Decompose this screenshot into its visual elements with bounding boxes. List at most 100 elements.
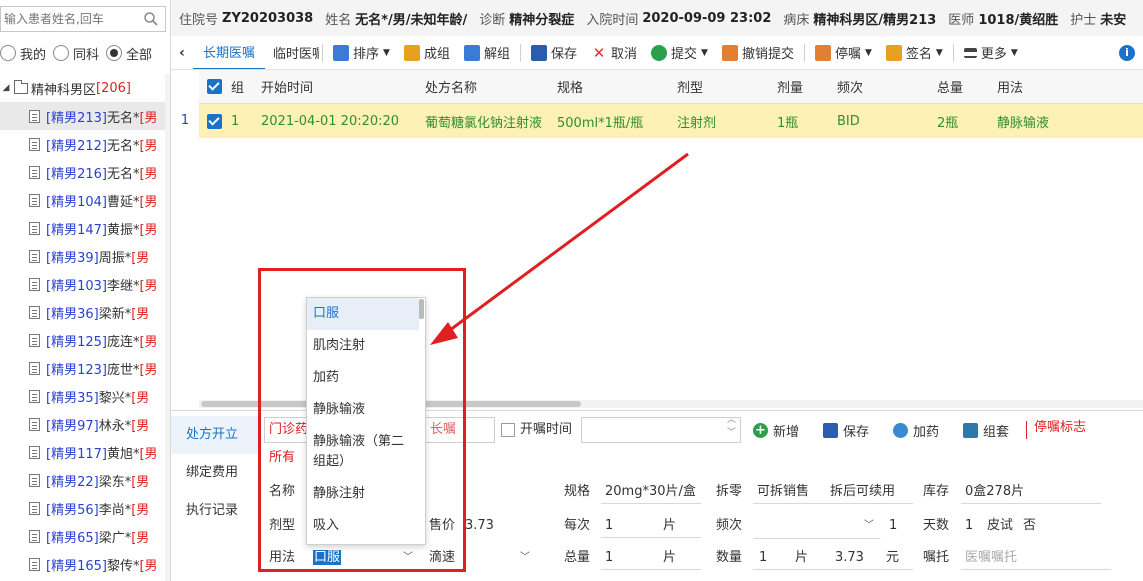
list-item[interactable]: [精男97] 林永* [男 <box>0 410 170 438</box>
document-icon <box>29 249 40 263</box>
usage-select[interactable]: 口服 ﹀ <box>308 545 420 571</box>
stop-icon <box>814 44 831 61</box>
usage-option[interactable]: 吸入 <box>307 510 419 542</box>
patient-name: 黄振* <box>106 222 140 238</box>
ungroup-button[interactable]: 解组 <box>457 36 517 69</box>
col-form[interactable]: 剂型 <box>671 77 771 96</box>
sort-button[interactable]: 排序 ▼ <box>326 36 397 69</box>
patient-bed: [精男123] <box>46 362 107 378</box>
patient-sex: [男 <box>139 334 158 350</box>
tab-long-term-orders[interactable]: 长期医嘱 <box>193 36 266 69</box>
scope-radio-mine[interactable]: 我的 <box>0 44 46 63</box>
usage-option[interactable]: 静脉输液（第二组起） <box>307 426 419 478</box>
order-kind-field[interactable]: 长嘱 <box>425 417 495 443</box>
note-input[interactable]: 医嘱嘱托 <box>965 545 1017 571</box>
stop-button[interactable]: 停嘱 ▼ <box>808 36 879 69</box>
list-item[interactable]: [精男165] 黎传* [男 <box>0 550 170 578</box>
row-checkbox[interactable] <box>199 113 225 129</box>
open-time-toggle[interactable]: 开嘱时间 <box>501 417 572 443</box>
sort-label: 排序 <box>353 47 380 62</box>
side-tab-prescribe[interactable]: 处方开立 <box>171 416 259 454</box>
col-group[interactable]: 组 <box>225 77 255 96</box>
scope-radio-dept[interactable]: 同科 <box>53 44 99 63</box>
col-total[interactable]: 总量 <box>931 77 991 96</box>
list-item[interactable]: [精男39] 周振* [男 <box>0 242 170 270</box>
spinner-up-icon[interactable]: ︿ <box>727 418 736 426</box>
form-label: 剂型 <box>269 518 296 533</box>
search-icon[interactable] <box>143 11 159 27</box>
editor-side-tabs: 处方开立 绑定费用 执行记录 <box>171 411 259 581</box>
open-time-input[interactable]: ︿ ﹀ <box>581 417 741 443</box>
qty-value[interactable]: 1 <box>759 545 767 571</box>
more-button[interactable]: 更多 ▼ <box>957 36 1025 69</box>
total-value[interactable]: 1 <box>605 545 613 571</box>
sign-button[interactable]: 签名 ▼ <box>879 36 950 69</box>
list-item[interactable]: [精男36] 梁新* [男 <box>0 298 170 326</box>
editor-save-button[interactable]: 保存 <box>823 417 869 443</box>
days-value[interactable]: 1 <box>965 513 973 539</box>
list-item[interactable]: [精男35] 黎兴* [男 <box>0 382 170 410</box>
list-item[interactable]: [精男123] 庞世* [男 <box>0 354 170 382</box>
tab-temporary-orders[interactable]: 临时医嘱 <box>265 36 319 69</box>
ward-node[interactable]: ◢ 精神科男区 [206] <box>0 74 170 102</box>
scope-radio-all[interactable]: 全部 <box>106 44 152 63</box>
list-item[interactable]: [精男216] 无名* [男 <box>0 158 170 186</box>
spinner-down-icon[interactable]: ﹀ <box>727 427 736 439</box>
patient-name: 梁新* <box>98 306 132 322</box>
each-value[interactable]: 1 <box>605 513 613 539</box>
drug-filter-select[interactable]: 所有 <box>264 445 304 471</box>
usage-option[interactable]: 肌肉注射 <box>307 330 419 362</box>
cancel-button[interactable]: ✕ 取消 <box>584 36 644 69</box>
list-item[interactable]: [精男213] 无名* [男 <box>0 102 170 130</box>
patient-bed: [精男165] <box>46 558 107 574</box>
amount-unit: 元 <box>886 550 900 565</box>
patient-search-input[interactable] <box>1 7 141 31</box>
add-drug-button[interactable]: 加药 <box>893 417 939 443</box>
list-item[interactable]: [精男125] 庞连* [男 <box>0 326 170 354</box>
info-icon[interactable]: i <box>1119 44 1135 61</box>
list-item[interactable]: [精男22] 梁东* [男 <box>0 466 170 494</box>
usage-option[interactable]: 口服 <box>307 298 419 330</box>
group-button[interactable]: 成组 <box>397 36 457 69</box>
submit-button[interactable]: 提交 ▼ <box>644 36 715 69</box>
skin-test-value[interactable]: 否 <box>1023 513 1036 539</box>
patient-name: 李继* <box>106 278 140 294</box>
list-item[interactable]: [精男103] 李继* [男 <box>0 270 170 298</box>
side-tab-bind-fees[interactable]: 绑定费用 <box>171 454 259 492</box>
col-start-time[interactable]: 开始时间 <box>255 77 419 96</box>
list-item[interactable]: [精男147] 黄振* [男 <box>0 214 170 242</box>
col-prescription-name[interactable]: 处方名称 <box>419 77 551 96</box>
table-row[interactable]: 1 1 2021-04-01 20:20:20 葡萄糖氯化钠注射液 500ml*… <box>171 104 1143 138</box>
side-tab-exec-records[interactable]: 执行记录 <box>171 492 259 530</box>
save-label: 保存 <box>550 47 577 62</box>
list-item[interactable]: [精男104] 曹延* [男 <box>0 186 170 214</box>
freq-select[interactable]: ﹀ <box>753 513 881 539</box>
tree-expanded-icon[interactable]: ◢ <box>0 83 12 93</box>
patient-search-box[interactable] <box>0 6 166 32</box>
checkbox-unchecked-icon <box>501 423 515 437</box>
usage-option[interactable]: 静脉输液 <box>307 394 419 426</box>
back-arrow-icon[interactable]: ‹ <box>171 45 193 61</box>
usage-option[interactable]: 静脉注射 <box>307 478 419 510</box>
save-button[interactable]: 保存 <box>524 36 584 69</box>
revoke-label: 撤销提交 <box>741 47 794 62</box>
save-icon <box>823 422 838 438</box>
list-item[interactable]: [精男65] 梁广* [男 <box>0 522 170 550</box>
select-all-checkbox[interactable] <box>199 79 225 94</box>
col-frequency[interactable]: 频次 <box>831 77 931 96</box>
list-item[interactable]: [精男56] 李尚* [男 <box>0 494 170 522</box>
col-dose[interactable]: 剂量 <box>771 77 831 96</box>
document-icon <box>29 333 40 347</box>
list-item[interactable]: [精男117] 黄旭* [男 <box>0 438 170 466</box>
revoke-button[interactable]: 撤销提交 <box>715 36 801 69</box>
list-item[interactable]: [精男212] 无名* [男 <box>0 130 170 158</box>
patient-name: 黎兴* <box>98 390 132 406</box>
dropdown-scrollbar[interactable] <box>419 299 424 319</box>
group-icon <box>403 44 420 61</box>
drip-select[interactable]: ﹀ <box>465 545 537 571</box>
usage-option[interactable]: 加药 <box>307 362 419 394</box>
kit-button[interactable]: 组套 <box>963 417 1009 443</box>
col-spec[interactable]: 规格 <box>551 77 671 96</box>
new-button[interactable]: + 新增 <box>753 417 799 443</box>
col-usage[interactable]: 用法 <box>991 77 1121 96</box>
